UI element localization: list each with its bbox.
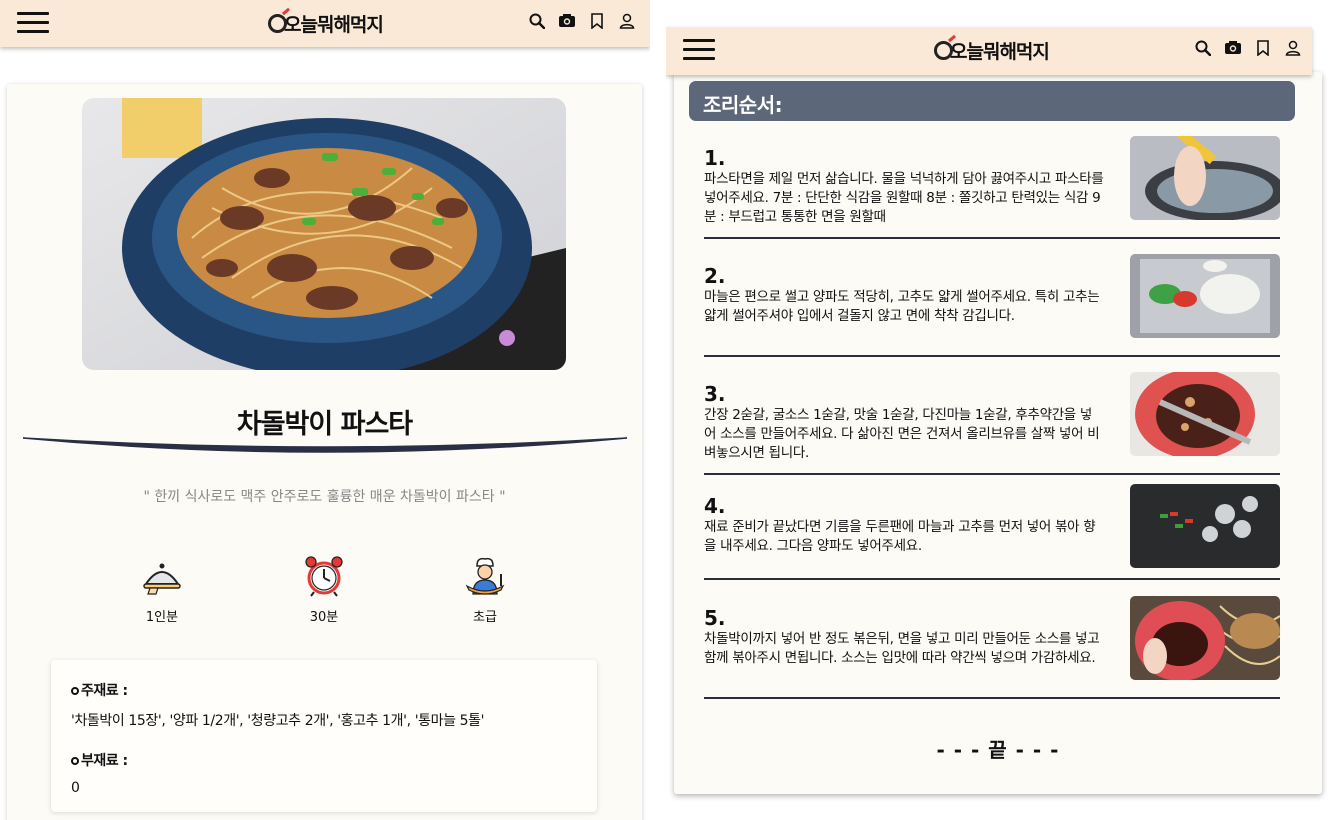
- step-item: 1. 파스타면을 제일 먼저 삶습니다. 물을 넉넉하게 담아 끓여주시고 파스…: [704, 136, 1280, 239]
- recipe-photo: [82, 98, 566, 370]
- serving-dish-icon: [143, 563, 181, 595]
- difficulty-info: 초급: [445, 554, 525, 625]
- step-description: 파스타면을 제일 먼저 삶습니다. 물을 넉넉하게 담아 끓여주시고 파스타를 …: [704, 171, 1104, 225]
- logo-text: 오늘뭐해먹지: [950, 40, 1050, 63]
- step-number: 1.: [704, 146, 726, 170]
- step-description: 재료 준비가 끝났다면 기름을 두른팬에 마늘과 고추를 먼저 넣어 볶아 향을…: [704, 519, 1096, 554]
- step-photo: [1130, 372, 1280, 456]
- end-marker: - - - 끝 - - -: [936, 738, 1060, 762]
- difficulty-label: 초급: [473, 610, 497, 625]
- chef-icon: [465, 557, 505, 595]
- bullet-icon: [71, 757, 79, 765]
- app-logo[interactable]: 오늘뭐해먹지: [934, 35, 1050, 65]
- main-ingredients-label: 주재료 :: [81, 683, 128, 699]
- menu-icon[interactable]: [683, 39, 715, 61]
- main-ingredients-heading: 주재료 :: [71, 680, 577, 700]
- step-description: 차돌박이까지 넣어 반 정도 볶은뒤, 면을 넣고 미리 만들어둔 소스를 넣고…: [704, 631, 1100, 666]
- step-number: 5.: [704, 606, 726, 630]
- bookmark-icon[interactable]: [588, 12, 606, 30]
- step-item: 3. 간장 2숟갈, 굴소스 1숟갈, 맛술 1숟갈, 다진마늘 1숟갈, 후추…: [704, 372, 1280, 475]
- step-item: 2. 마늘은 편으로 썰고 양파도 적당히, 고추도 얇게 썰어주세요. 특히 …: [704, 254, 1280, 357]
- ingredients-box: 주재료 : '차돌박이 15장', '양파 1/2개', '청량고추 2개', …: [51, 660, 597, 812]
- step-item: 4. 재료 준비가 끝났다면 기름을 두른팬에 마늘과 고추를 먼저 넣어 볶아…: [704, 484, 1280, 580]
- recipe-subtitle: " 한끼 식사로도 맥주 안주로도 훌륭한 매운 차돌박이 파스타 ": [143, 489, 506, 505]
- logo-mark-icon: [934, 40, 953, 60]
- recipe-card: 차돌박이 파스타 " 한끼 식사로도 맥주 안주로도 훌륭한 매운 차돌박이 파…: [7, 84, 642, 820]
- servings-info: 1인분: [122, 554, 202, 625]
- logo-mark-icon: [268, 13, 287, 33]
- sub-ingredients-label: 부재료 :: [81, 753, 128, 769]
- sub-ingredients-heading: 부재료 :: [71, 750, 577, 770]
- camera-icon[interactable]: [1224, 39, 1242, 57]
- app-logo[interactable]: 오늘뭐해먹지: [268, 8, 384, 38]
- title-underline: [22, 437, 628, 453]
- step-description: 간장 2숟갈, 굴소스 1숟갈, 맛술 1숟갈, 다진마늘 1숟갈, 후추약간을…: [704, 407, 1100, 461]
- alarm-clock-icon: [305, 556, 343, 597]
- step-description: 마늘은 편으로 썰고 양파도 적당히, 고추도 얇게 썰어주세요. 특히 고추는…: [704, 289, 1100, 324]
- step-item: 5. 차돌박이까지 넣어 반 정도 볶은뒤, 면을 넣고 미리 만들어둔 소스를…: [704, 596, 1280, 699]
- search-icon[interactable]: [528, 12, 546, 30]
- search-icon[interactable]: [1194, 39, 1212, 57]
- steps-card: 조리순서: 1. 파스타면을 제일 먼저 삶습니다. 물을 넉넉하게 담아 끓여…: [674, 72, 1322, 794]
- recipe-overview-pane: 오늘뭐해먹지 차돌박이 파스타 " 한끼 식사로도 맥주 안주로도 훌륭한 매운…: [0, 0, 650, 820]
- step-photo: [1130, 484, 1280, 568]
- step-number: 3.: [704, 382, 726, 406]
- steps-section-title: 조리순서:: [689, 81, 1295, 121]
- step-photo: [1130, 254, 1280, 338]
- sub-ingredients-text: 0: [71, 780, 80, 796]
- camera-icon[interactable]: [558, 12, 576, 30]
- menu-icon[interactable]: [17, 12, 49, 34]
- top-header: 오늘뭐해먹지: [0, 0, 650, 47]
- recipe-steps-pane: 조리순서: 1. 파스타면을 제일 먼저 삶습니다. 물을 넉넉하게 담아 끓여…: [666, 0, 1331, 820]
- time-info: 30분: [284, 554, 364, 625]
- top-header: 오늘뭐해먹지: [666, 27, 1312, 75]
- step-photo: [1130, 136, 1280, 220]
- logo-text: 오늘뭐해먹지: [284, 13, 384, 36]
- user-icon[interactable]: [618, 12, 636, 30]
- step-photo: [1130, 596, 1280, 680]
- main-ingredients-text: '차돌박이 15장', '양파 1/2개', '청량고추 2개', '홍고추 1…: [71, 713, 485, 729]
- bookmark-icon[interactable]: [1254, 39, 1272, 57]
- time-label: 30분: [309, 610, 339, 625]
- servings-label: 1인분: [145, 610, 179, 625]
- user-icon[interactable]: [1284, 39, 1302, 57]
- bullet-icon: [71, 687, 79, 695]
- step-number: 4.: [704, 494, 726, 518]
- step-number: 2.: [704, 264, 726, 288]
